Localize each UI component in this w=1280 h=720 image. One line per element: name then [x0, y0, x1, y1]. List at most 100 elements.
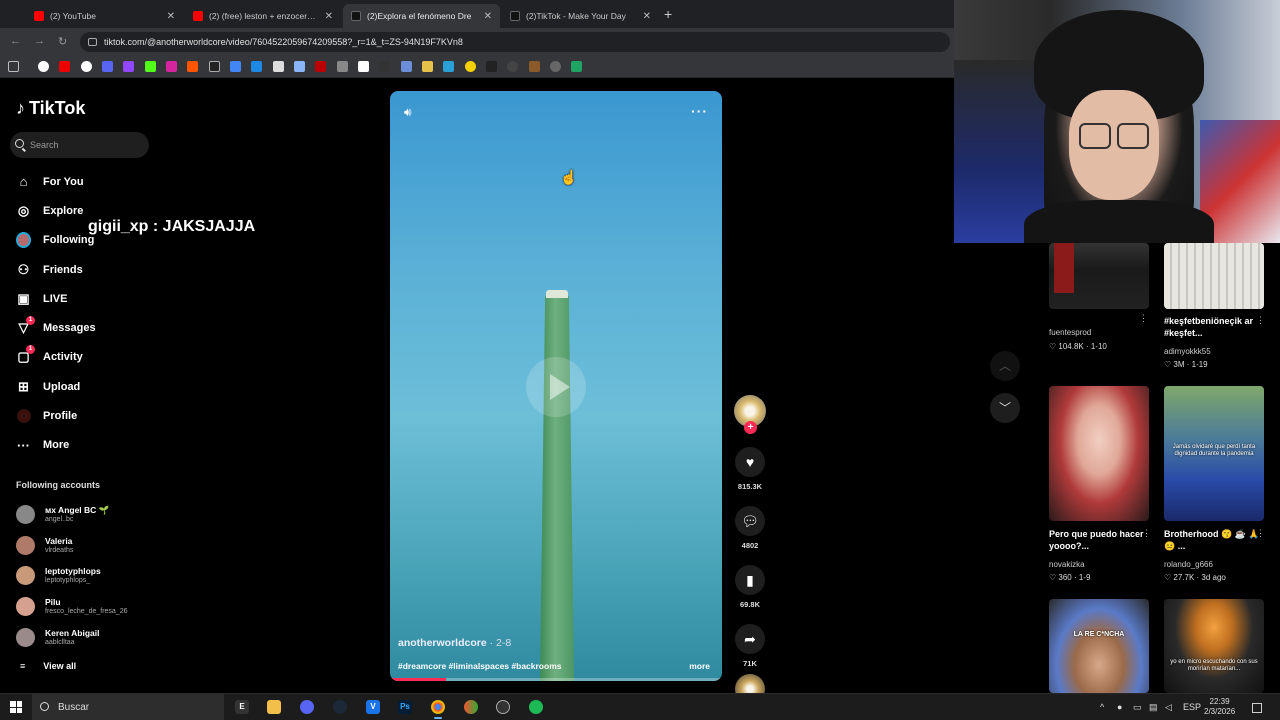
bookmark-icon[interactable] — [422, 61, 433, 72]
video-hashtags[interactable]: #dreamcore #liminalspaces #backrooms — [398, 661, 561, 671]
bookmark-icon[interactable] — [550, 61, 561, 72]
thumb-caption[interactable]: #keşfetbeniöneçik ar #keşfet... — [1164, 315, 1269, 339]
bookmark-icon[interactable] — [401, 61, 412, 72]
translate-bookmark-icon[interactable] — [230, 61, 241, 72]
volume-icon[interactable]: 🔊︎ — [404, 105, 412, 120]
bookmark-icon[interactable] — [251, 61, 262, 72]
more-options-icon[interactable]: ⋮ — [1256, 315, 1265, 326]
file-explorer-icon[interactable] — [267, 700, 281, 714]
microphone-icon[interactable]: ● — [1117, 702, 1122, 712]
bookmark-icon[interactable] — [507, 61, 518, 72]
nav-item-friends[interactable]: ⚇ Friends — [16, 255, 156, 284]
twitch-bookmark-icon[interactable] — [123, 61, 134, 72]
close-tab-icon[interactable]: ✕ — [484, 11, 492, 22]
discord-icon[interactable] — [300, 700, 314, 714]
video-thumbnail[interactable] — [1049, 243, 1149, 309]
nav-item-upload[interactable]: ⊞ Upload — [16, 372, 156, 401]
bookmark-icon[interactable] — [273, 61, 284, 72]
reload-icon[interactable]: ↻ — [58, 35, 67, 48]
following-account[interactable]: leptotyphlops leptotyphlops_ — [16, 560, 166, 591]
spotify-icon[interactable] — [529, 700, 543, 714]
taskbar-search[interactable]: Buscar — [32, 694, 224, 720]
bookmark-icon[interactable] — [315, 61, 326, 72]
nav-item-more[interactable]: ··· More — [16, 431, 156, 460]
nav-item-live[interactable]: ▣ LIVE — [16, 284, 156, 313]
search-input[interactable]: Search — [10, 132, 149, 158]
nav-item-for-you[interactable]: ⌂ For You — [16, 167, 156, 196]
more-options-icon[interactable]: ⋮ — [1139, 313, 1148, 324]
next-video-button[interactable]: ﹀ — [990, 393, 1020, 423]
comment-button[interactable]: 💬︎ 4802 — [735, 506, 765, 550]
tab-youtube[interactable]: (2) YouTube ✕ — [26, 4, 183, 28]
more-options-icon[interactable]: ⋮ — [1142, 528, 1151, 539]
nav-item-messages[interactable]: ▽ 1 Messages — [16, 313, 156, 342]
close-tab-icon[interactable]: ✕ — [325, 11, 333, 22]
photoshop-icon[interactable]: Ps — [398, 700, 412, 714]
bookmark-icon[interactable] — [379, 61, 390, 72]
previous-video-button[interactable]: ︿ — [990, 351, 1020, 381]
language-indicator[interactable]: ESP — [1183, 702, 1201, 712]
following-account[interactable]: Pilu fresco_leche_de_fresa_26 — [16, 591, 166, 622]
thumb-user[interactable]: rolando_g666 — [1164, 560, 1213, 569]
video-player[interactable]: 🔊︎ ··· ☝ anotherworldcore · 2-8 #dreamco… — [390, 91, 722, 681]
chevron-up-icon[interactable]: ^ — [1100, 702, 1104, 712]
more-options-icon[interactable]: ⋮ — [1256, 528, 1265, 539]
soundcloud-bookmark-icon[interactable] — [187, 61, 198, 72]
more-caption-button[interactable]: more — [689, 661, 710, 671]
new-tab-button[interactable]: + — [664, 6, 672, 22]
instagram-bookmark-icon[interactable] — [166, 61, 177, 72]
back-arrow-icon[interactable]: ← — [10, 35, 21, 47]
system-clock[interactable]: 22:39 2/3/2026 — [1204, 697, 1235, 717]
volume-icon[interactable]: ◁ — [1165, 702, 1172, 713]
video-thumbnail[interactable] — [1049, 386, 1149, 521]
thumb-user[interactable]: fuentesprod — [1049, 328, 1091, 337]
notion-bookmark-icon[interactable] — [358, 61, 369, 72]
bookmark-icon[interactable] — [102, 61, 113, 72]
video-thumbnail[interactable] — [1164, 243, 1264, 309]
site-info-icon[interactable] — [88, 38, 97, 46]
like-button[interactable]: ♥ 815.3K — [735, 447, 765, 491]
close-tab-icon[interactable]: ✕ — [643, 11, 651, 22]
tab-tiktok[interactable]: (2)TikTok - Make Your Day ✕ — [502, 4, 659, 28]
google-bookmark-icon[interactable] — [38, 61, 49, 72]
video-thumbnail[interactable]: yo en micro escuchando con sus morirían … — [1164, 599, 1264, 693]
notifications-icon[interactable] — [1252, 703, 1262, 713]
obs-icon[interactable] — [496, 700, 510, 714]
video-thumbnail[interactable]: LA RE C*NCHA — [1049, 599, 1149, 693]
thumb-caption[interactable]: Brotherhood 😗 ☕ 🙏 😐 ... — [1164, 528, 1269, 552]
tiktok-logo[interactable]: ♪ TikTok — [16, 98, 85, 119]
bookmark-icon[interactable] — [486, 61, 497, 72]
video-thumbnail[interactable]: Jamás olvidaré que perdí tanta dignidad … — [1164, 386, 1264, 521]
app-icon[interactable] — [464, 700, 478, 714]
more-options-icon[interactable]: ··· — [691, 103, 708, 119]
tab-tiktok-active[interactable]: (2)Explora el fenómeno Dre ✕ — [343, 4, 500, 28]
video-progress-bar[interactable] — [390, 678, 722, 681]
youtube-bookmark-icon[interactable] — [59, 61, 70, 72]
apps-grid-icon[interactable] — [8, 61, 19, 72]
url-field[interactable]: tiktok.com/@anotherworldcore/video/76045… — [80, 32, 950, 52]
thumb-user[interactable]: novakizka — [1049, 560, 1085, 569]
view-all-button[interactable]: ≡ View all — [20, 661, 76, 671]
chrome-icon[interactable] — [431, 700, 445, 719]
v-app-icon[interactable]: V — [366, 700, 380, 714]
bookmark-icon[interactable] — [465, 61, 476, 72]
kick-bookmark-icon[interactable] — [145, 61, 156, 72]
bookmark-icon[interactable] — [337, 61, 348, 72]
follow-plus-icon[interactable]: + — [744, 421, 757, 434]
bookmark-icon[interactable] — [529, 61, 540, 72]
steam-icon[interactable] — [333, 700, 347, 714]
tab-youtube-2[interactable]: (2) (free) leston + enzocerobull ✕ — [185, 4, 341, 28]
share-button[interactable]: ➦ 71K — [735, 624, 765, 668]
bookmark-icon[interactable] — [81, 61, 92, 72]
save-button[interactable]: ▮ 69.8K — [735, 565, 765, 609]
network-icon[interactable]: ▤ — [1149, 702, 1158, 713]
bookmark-icon[interactable] — [294, 61, 305, 72]
thumb-user[interactable]: adimyokkk55 — [1164, 347, 1211, 356]
nav-item-profile[interactable]: Profile — [16, 401, 156, 430]
play-button[interactable] — [526, 357, 586, 417]
sheets-bookmark-icon[interactable] — [571, 61, 582, 72]
following-account[interactable]: Valeria vlrdeaths — [16, 530, 166, 561]
creator-avatar[interactable]: + — [734, 395, 766, 434]
following-account[interactable]: Keren Abigail aablclltaa — [16, 622, 166, 653]
nav-item-activity[interactable]: ▢ 1 Activity — [16, 343, 156, 372]
